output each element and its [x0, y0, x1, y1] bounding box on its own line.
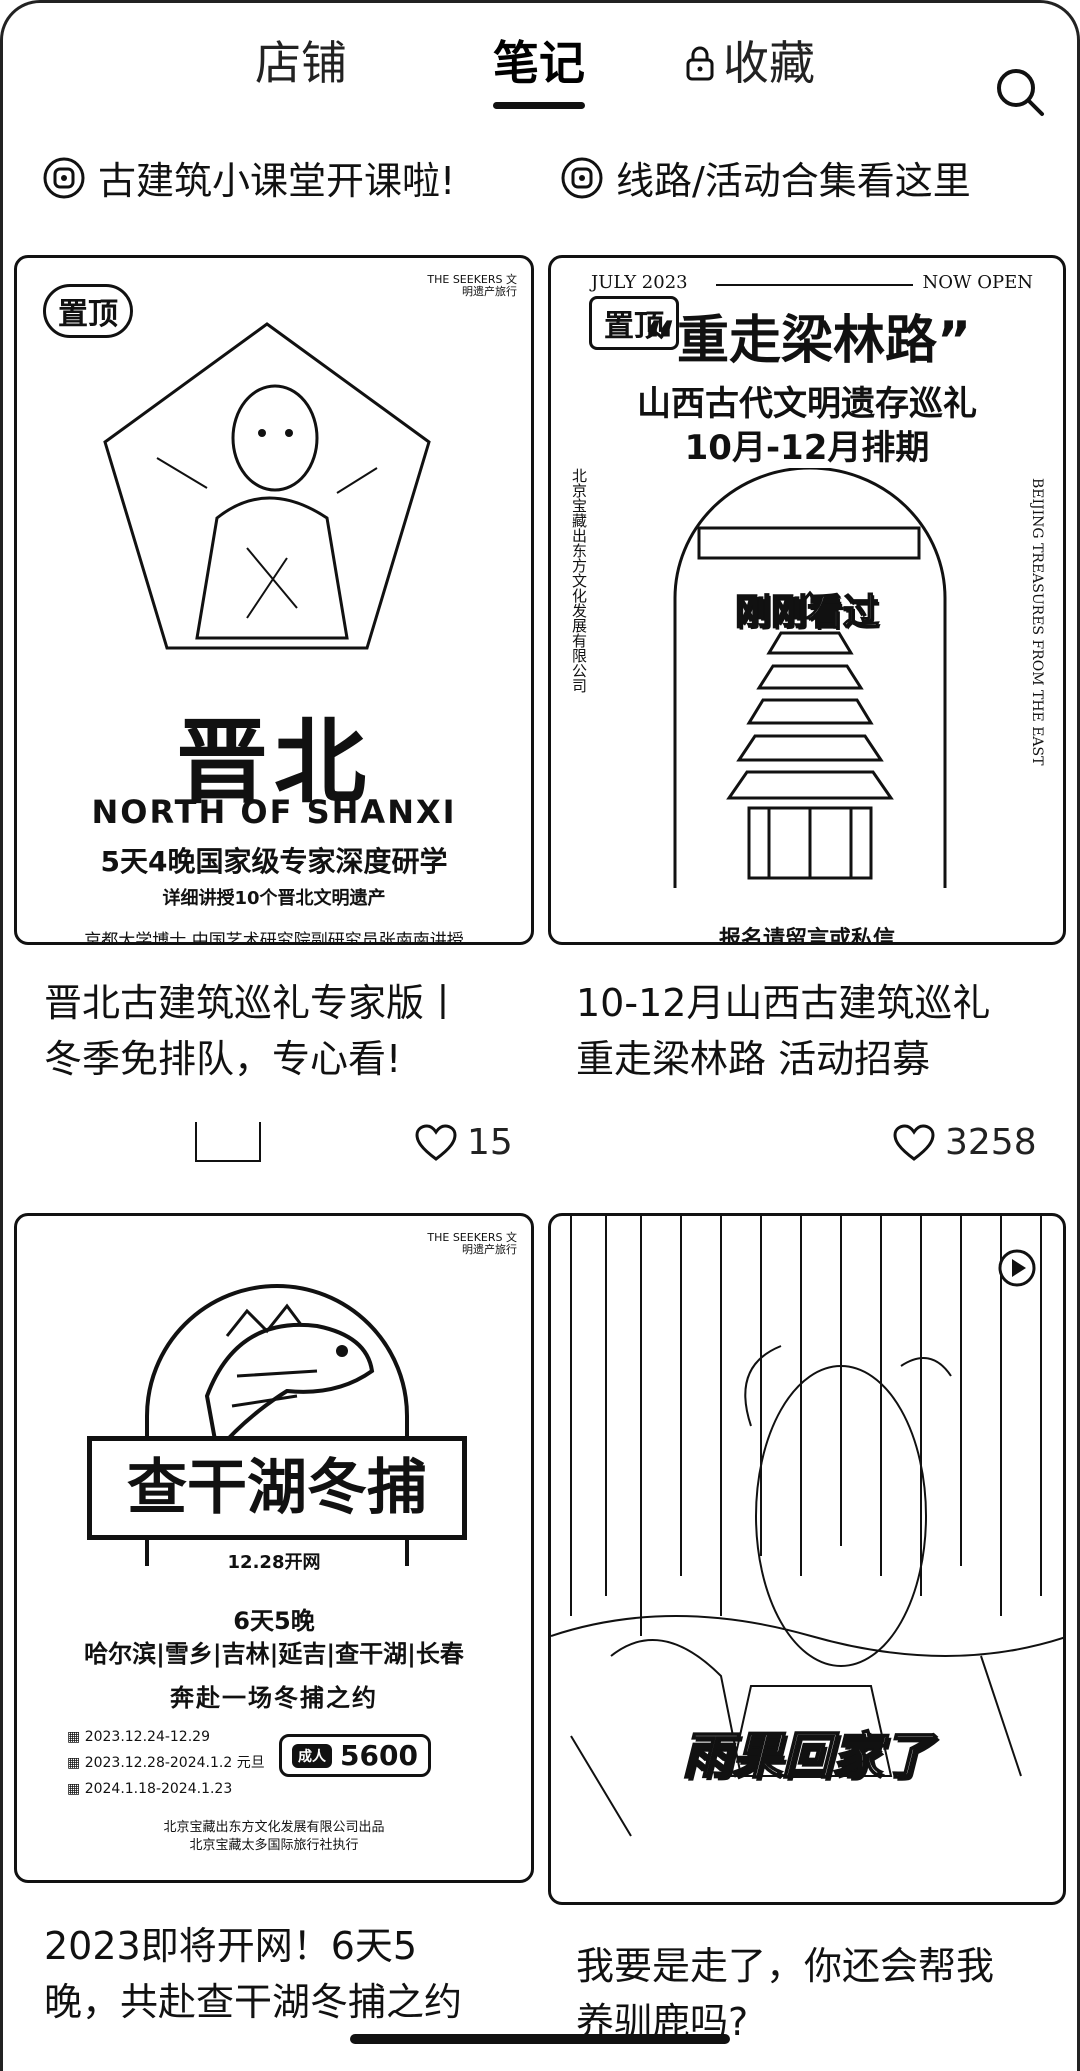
cover-lecturer: 京都大学博士 中国艺术研究院副研究员张南南讲授 [84, 931, 464, 945]
pagoda-image [673, 468, 947, 888]
like-button[interactable]: 3258 [893, 1122, 1037, 1163]
note-cover-2[interactable]: JULY 2023 NOW OPEN 置顶 “重走梁林路” 山西古代文明遗存巡礼… [548, 255, 1066, 945]
cover-price: 成人 5600 [279, 1734, 431, 1777]
note-cover-4[interactable]: 雨果回家了 [548, 1213, 1066, 1905]
like-count: 15 [467, 1122, 513, 1163]
title-line: 我要是走了，你还会帮我 [576, 1944, 995, 1988]
title-line: 2023即将开网！6天5 [44, 1924, 418, 1968]
tab-notes[interactable]: 笔记 [493, 30, 585, 109]
calendar-date: ▦ 2023.12.28-2024.1.2 元旦 [67, 1755, 265, 1771]
title-line: 重走梁林路 活动招募 [576, 1037, 931, 1081]
cover-cities: 哈尔滨|雪乡|吉林|延吉|查干湖|长春 [84, 1640, 464, 1668]
heart-icon [893, 1123, 935, 1161]
price-tag: 成人 [292, 1743, 332, 1768]
cover-date: JULY 2023 [591, 272, 688, 293]
tab-favorites[interactable]: 收藏 [685, 30, 815, 96]
title-line: 冬季免排队，专心看! [44, 1037, 402, 1081]
title-line: 晚，共赴查干湖冬捕之约 [44, 1980, 463, 2024]
cover-headline: “重走梁林路” [642, 311, 972, 371]
quick-link-classroom[interactable]: 古建筑小课堂开课啦! [42, 150, 455, 205]
top-tab-bar: 店铺 笔记 收藏 [0, 30, 1080, 116]
cover-banner-title: 查干湖冬捕 [87, 1436, 467, 1540]
buddha-relief-image [103, 322, 431, 650]
cover-subtitle: 5天4晚国家级专家深度研学 [100, 845, 448, 878]
note-cover-1[interactable]: 置顶 THE SEEKERS 文明遗产旅行 晋北 NORTH OF SHANXI… [14, 255, 534, 945]
cover-line3: 10月-12月排期 [684, 428, 930, 468]
divider [716, 284, 913, 286]
cover-side-left: 北京宝藏出东方文化发展有限公司 [570, 468, 588, 693]
cover-operator: 北京宝藏太多国际旅行社执行 [189, 1838, 359, 1853]
calendar-date: ▦ 2023.12.24-12.29 [67, 1729, 210, 1745]
note-title-1[interactable]: 晋北古建筑巡礼专家版丨 冬季免排队，专心看! [44, 975, 524, 1087]
author-avatar[interactable] [195, 1122, 261, 1162]
cover-days: 6天5晚 [233, 1607, 315, 1635]
active-tab-indicator [493, 102, 585, 109]
quick-link-label: 古建筑小课堂开课啦! [98, 159, 456, 203]
like-button[interactable]: 15 [415, 1122, 513, 1163]
note-cover-3[interactable]: THE SEEKERS 文明遗产旅行 查干湖冬捕 12.28开网 6天5晚 哈尔… [14, 1213, 534, 1883]
quick-link-routes[interactable]: 线路/活动合集看这里 [560, 150, 971, 205]
cover-date-list: ▦ 2023.12.24-12.29 ▦ 2023.12.28-2024.1.2… [67, 1724, 265, 1802]
reindeer-forest-image [551, 1216, 1063, 1837]
cover-tagline: 奔赴一场冬捕之约 [170, 1684, 378, 1712]
cover-line2: 山西古代文明遗存巡礼 [637, 384, 977, 424]
seekers-logo: THE SEEKERS 文明遗产旅行 [427, 1231, 517, 1256]
cover-overlay-text: 雨果回家了 [681, 1726, 933, 1786]
channel-icon [43, 157, 85, 198]
heart-icon [415, 1123, 457, 1161]
cover-english-title: NORTH OF SHANXI [91, 793, 457, 831]
cover-footer: 报名请留言或私信 [718, 927, 895, 945]
tab-shop[interactable]: 店铺 [255, 30, 347, 96]
cover-net-date: 12.28开网 [227, 1552, 321, 1573]
recently-viewed-label: 刚刚看过 [734, 591, 880, 634]
cover-producer: 北京宝藏出东方文化发展有限公司出品 [163, 1820, 385, 1835]
lock-icon [686, 46, 714, 81]
seekers-logo: THE SEEKERS 文明遗产旅行 [427, 273, 517, 298]
channel-icon [561, 157, 603, 198]
title-line: 晋北古建筑巡礼专家版丨 [44, 981, 463, 1025]
cover-detail: 详细讲授10个晋北文明遗产 [162, 888, 386, 909]
calendar-date: ▦ 2024.1.18-2024.1.23 [67, 1781, 233, 1797]
like-count: 3258 [945, 1122, 1037, 1163]
price-value: 5600 [340, 1739, 418, 1772]
home-indicator[interactable] [350, 2034, 730, 2044]
search-icon[interactable] [992, 64, 1048, 120]
cover-now-open: NOW OPEN [922, 272, 1034, 293]
quick-link-label: 线路/活动合集看这里 [616, 159, 971, 203]
play-icon [998, 1249, 1036, 1287]
note-title-2[interactable]: 10-12月山西古建筑巡礼 重走梁林路 活动招募 [576, 975, 1056, 1087]
note-title-3[interactable]: 2023即将开网！6天5 晚，共赴查干湖冬捕之约 [44, 1918, 524, 2030]
title-line: 10-12月山西古建筑巡礼 [576, 981, 991, 1025]
